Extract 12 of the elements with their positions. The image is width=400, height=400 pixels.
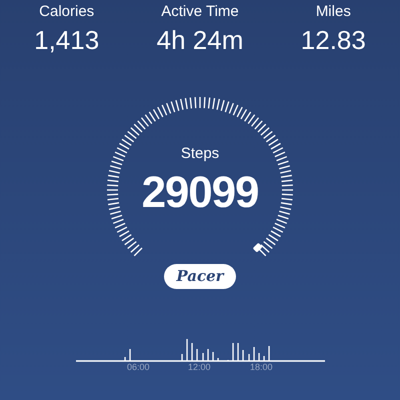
time-label: 18:00 — [250, 363, 273, 372]
stat-value: 1,413 — [34, 27, 100, 53]
time-label: 06:00 — [127, 363, 150, 372]
stat-value: 4h 24m — [156, 27, 244, 53]
stat-value: 12.83 — [300, 27, 366, 53]
time-label: 12:00 — [188, 363, 211, 372]
steps-count: 29099 — [142, 171, 258, 215]
stat-label: Miles — [316, 4, 351, 19]
stat-label: Active Time — [161, 4, 239, 19]
stat-label: Calories — [39, 4, 94, 19]
brand-badge: Pacer — [164, 264, 236, 289]
steps-label: Steps — [180, 146, 220, 161]
